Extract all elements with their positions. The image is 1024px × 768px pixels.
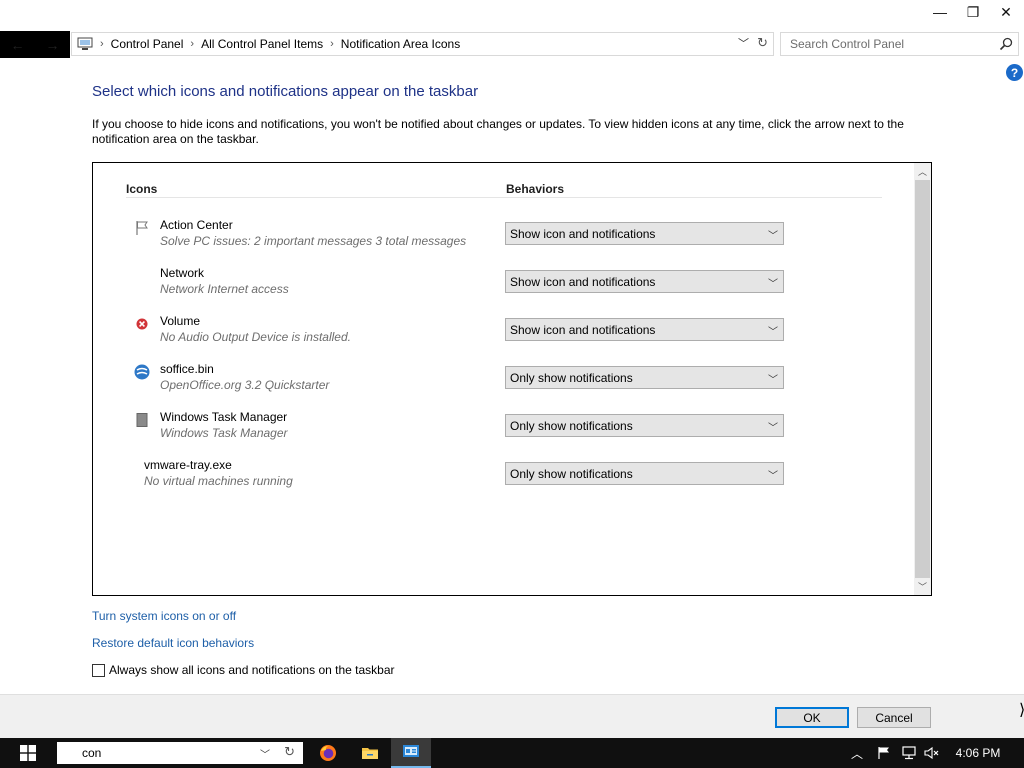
behavior-value: Only show notifications	[510, 418, 633, 433]
list-item: Action Center Solve PC issues: 2 importa…	[93, 214, 893, 262]
action-center-flag-icon[interactable]	[873, 738, 895, 768]
taskbar-search-box[interactable]: ﹀ ↻	[57, 742, 303, 764]
volume-muted-icon[interactable]	[921, 738, 943, 768]
navigation-buttons: ← →	[0, 31, 70, 58]
search-input[interactable]	[790, 37, 990, 51]
vertical-scrollbar[interactable]: ︿ ﹀	[914, 163, 931, 595]
item-status: OpenOffice.org 3.2 Quickstarter	[160, 378, 330, 392]
chevron-right-icon[interactable]: ›	[188, 38, 196, 50]
chevron-right-icon[interactable]: ›	[328, 38, 336, 50]
chevron-down-icon[interactable]: ﹀	[260, 746, 270, 761]
breadcrumb-control-panel[interactable]: Control Panel	[106, 37, 189, 51]
scroll-up-icon[interactable]: ︿	[914, 163, 931, 180]
behavior-value: Show icon and notifications	[510, 226, 656, 241]
chevron-down-icon: ﹀	[768, 423, 778, 434]
behavior-dropdown[interactable]: Show icon and notifications ﹀	[505, 270, 784, 293]
list-item: vmware-tray.exe No virtual machines runn…	[93, 454, 893, 502]
chevron-right-icon: ›	[100, 38, 104, 50]
column-header-behaviors: Behaviors	[506, 182, 565, 196]
taskbar-clock[interactable]: 4:06 PM	[948, 738, 1008, 768]
item-status: Windows Task Manager	[160, 426, 288, 440]
chevron-down-icon: ﹀	[768, 471, 778, 482]
chevron-down-icon: ﹀	[768, 327, 778, 338]
restore-button[interactable]: ❐	[956, 0, 990, 24]
behavior-dropdown[interactable]: Only show notifications ﹀	[505, 366, 784, 389]
turn-system-icons-link[interactable]: Turn system icons on or off	[92, 609, 236, 623]
behavior-dropdown[interactable]: Show icon and notifications ﹀	[505, 222, 784, 245]
behavior-value: Only show notifications	[510, 370, 633, 385]
task-manager-icon	[134, 412, 150, 428]
behavior-dropdown[interactable]: Only show notifications ﹀	[505, 414, 784, 437]
list-item: Windows Task Manager Windows Task Manage…	[93, 406, 893, 454]
item-status: Network Internet access	[160, 282, 289, 296]
chevron-down-icon: ﹀	[768, 279, 778, 290]
close-button[interactable]: ✕	[989, 0, 1023, 24]
breadcrumb-all-items[interactable]: All Control Panel Items	[196, 37, 328, 51]
control-panel-taskbar-icon[interactable]	[391, 738, 431, 768]
taskbar-search-input[interactable]	[82, 746, 252, 760]
taskbar: ﹀ ↻ ︿ 4:06 PM	[0, 738, 1024, 768]
chevron-down-icon: ﹀	[768, 231, 778, 242]
page-title: Select which icons and notifications app…	[92, 83, 479, 100]
restore-defaults-link[interactable]: Restore default icon behaviors	[92, 636, 254, 650]
behavior-value: Show icon and notifications	[510, 322, 656, 337]
scrollbar-thumb[interactable]	[915, 180, 930, 578]
behavior-value: Show icon and notifications	[510, 274, 656, 289]
item-name: soffice.bin	[160, 362, 214, 376]
back-arrow-icon[interactable]: ←	[11, 37, 25, 53]
help-icon[interactable]: ?	[1006, 64, 1023, 81]
behavior-dropdown[interactable]: Show icon and notifications ﹀	[505, 318, 784, 341]
title-bar: — ❐ ✕	[0, 0, 1024, 28]
show-hidden-icons-chevron-up-icon[interactable]: ︿	[846, 738, 868, 768]
file-explorer-taskbar-icon[interactable]	[350, 738, 390, 768]
list-item: Volume No Audio Output Device is install…	[93, 310, 893, 358]
item-status: Solve PC issues: 2 important messages 3 …	[160, 234, 467, 248]
volume-error-icon	[134, 316, 150, 332]
search-box[interactable]	[780, 32, 1019, 56]
start-button[interactable]	[0, 738, 56, 768]
breadcrumb-notification-area-icons[interactable]: Notification Area Icons	[336, 37, 465, 51]
item-status: No Audio Output Device is installed.	[160, 330, 351, 344]
page-description: If you choose to hide icons and notifica…	[92, 117, 904, 146]
search-icon[interactable]	[999, 37, 1013, 54]
cancel-button[interactable]: Cancel	[857, 707, 931, 728]
mouse-cursor-icon: ⟩	[1019, 700, 1024, 720]
item-name: Windows Task Manager	[160, 410, 288, 424]
icons-list-panel: Icons Behaviors Action Center Solve PC i…	[92, 162, 932, 596]
item-name: Action Center	[160, 218, 233, 232]
list-item: soffice.bin OpenOffice.org 3.2 Quickstar…	[93, 358, 893, 406]
behavior-dropdown[interactable]: Only show notifications ﹀	[505, 462, 784, 485]
windows-logo-icon	[20, 745, 36, 761]
header-divider	[126, 197, 882, 198]
scroll-down-icon[interactable]: ﹀	[914, 578, 931, 595]
firefox-taskbar-icon[interactable]	[308, 738, 348, 768]
refresh-icon[interactable]: ↻	[284, 744, 295, 760]
flag-icon	[134, 220, 150, 236]
behavior-value: Only show notifications	[510, 466, 633, 481]
computer-icon	[72, 37, 98, 51]
dialog-footer: OK Cancel	[0, 694, 1024, 738]
forward-arrow-icon[interactable]: →	[46, 37, 60, 53]
address-bar[interactable]: › Control Panel › All Control Panel Item…	[71, 32, 774, 56]
checkbox-label[interactable]: Always show all icons and notifications …	[109, 663, 395, 677]
ok-button[interactable]: OK	[775, 707, 849, 728]
minimize-button[interactable]: —	[923, 0, 957, 24]
column-header-icons: Icons	[126, 182, 158, 196]
openoffice-icon	[134, 364, 150, 380]
item-name: vmware-tray.exe	[144, 458, 232, 472]
network-icon[interactable]	[898, 738, 920, 768]
item-status: No virtual machines running	[144, 474, 293, 488]
refresh-icon[interactable]: ↻	[757, 35, 768, 51]
checkbox-box[interactable]	[92, 663, 105, 677]
item-name: Network	[160, 266, 205, 280]
chevron-down-icon[interactable]: ﹀	[738, 35, 749, 51]
chevron-down-icon: ﹀	[768, 375, 778, 386]
list-item: Network Network Internet access Show ico…	[93, 262, 893, 310]
always-show-checkbox[interactable]: Always show all icons and notifications …	[92, 663, 395, 677]
item-name: Volume	[160, 314, 201, 328]
